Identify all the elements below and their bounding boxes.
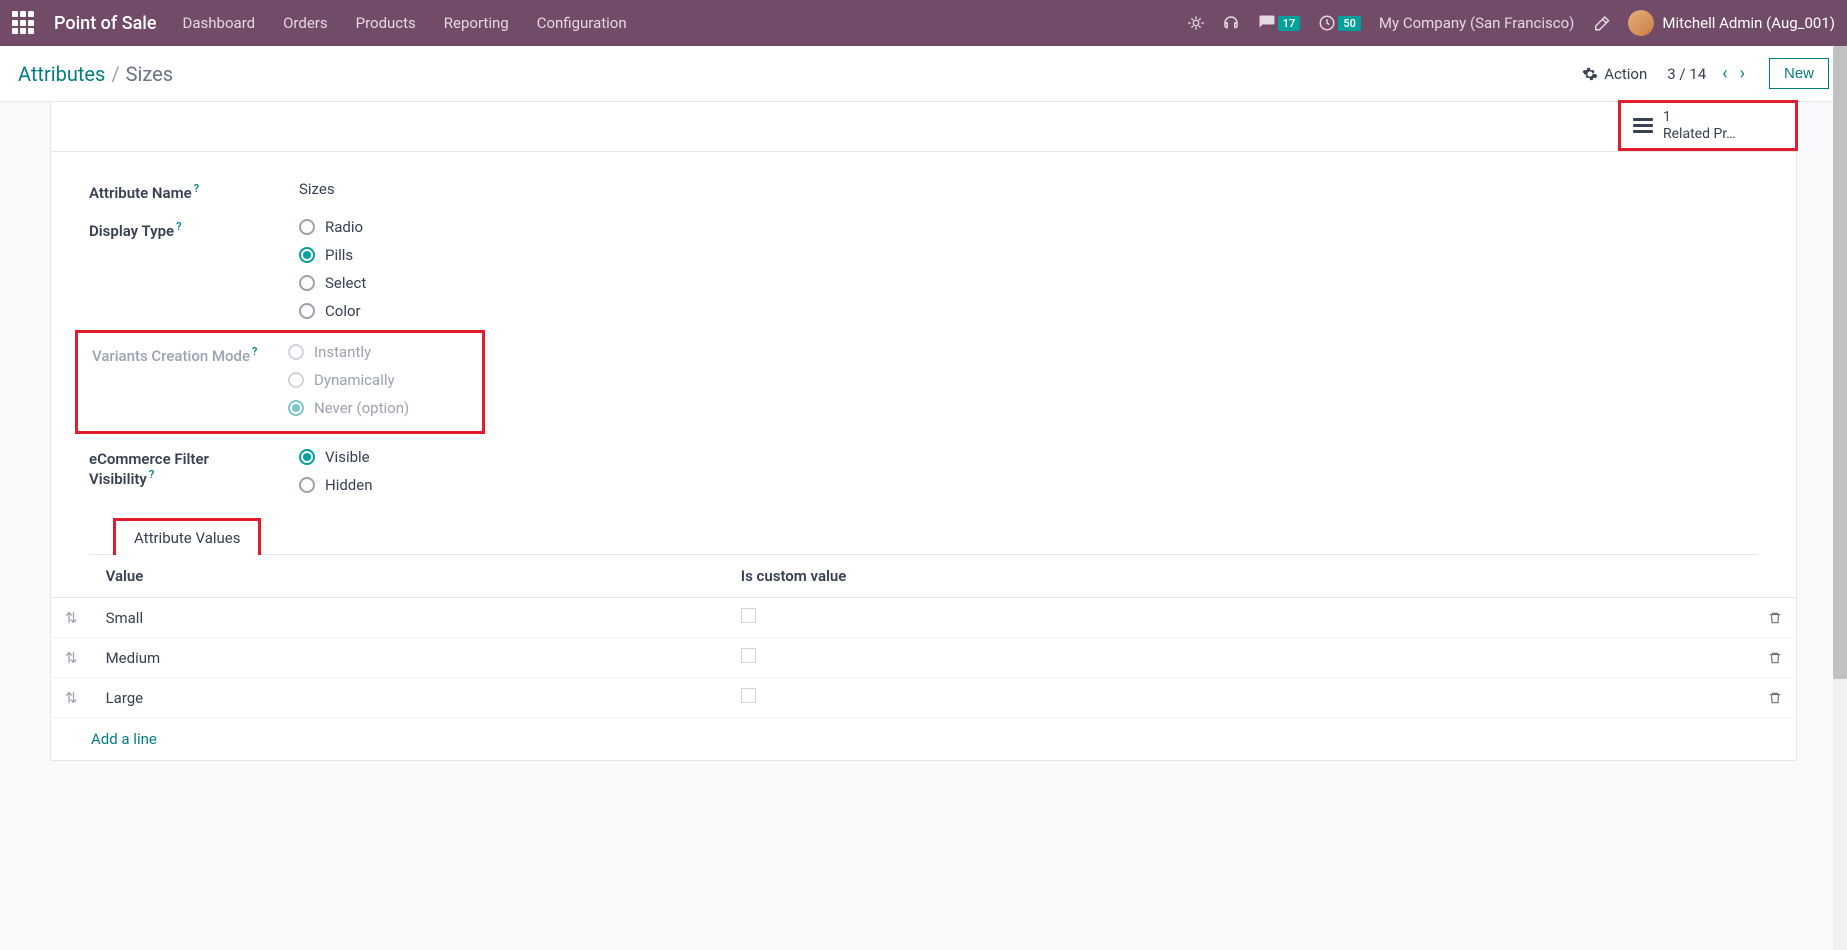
tools-icon[interactable] (1592, 14, 1610, 32)
stat-label: Related Pr… (1663, 126, 1736, 143)
action-menu[interactable]: Action (1582, 65, 1647, 83)
breadcrumb-current: Sizes (126, 62, 173, 86)
add-line-button[interactable]: Add a line (51, 718, 1796, 760)
breadcrumb-parent[interactable]: Attributes (18, 62, 105, 86)
table-row[interactable]: ⇅ Small (51, 598, 1796, 638)
stat-count: 1 (1663, 109, 1736, 126)
list-icon (1633, 118, 1653, 133)
support-icon[interactable] (1222, 14, 1240, 32)
topnav-right: 17 50 My Company (San Francisco) Mitchel… (1188, 10, 1835, 36)
pager-next[interactable]: › (1736, 61, 1749, 86)
avatar (1628, 10, 1654, 36)
apps-icon[interactable] (12, 11, 36, 35)
form-card: 1 Related Pr… Attribute Name? Sizes Disp… (50, 102, 1797, 761)
user-name: Mitchell Admin (Aug_001) (1662, 14, 1835, 32)
activities-icon[interactable]: 50 (1318, 14, 1361, 32)
notebook-tabs: Attribute Values (89, 518, 1758, 555)
radio-color[interactable]: Color (299, 302, 1758, 320)
attribute-name-label: Attribute Name? (89, 180, 299, 202)
custom-checkbox[interactable] (741, 688, 756, 703)
radio-instantly: Instantly (288, 343, 468, 361)
table-row[interactable]: ⇅ Medium (51, 638, 1796, 678)
table-row[interactable]: ⇅ Large (51, 678, 1796, 718)
value-cell[interactable]: Small (92, 598, 727, 638)
help-icon[interactable]: ? (176, 220, 181, 233)
custom-checkbox[interactable] (741, 608, 756, 623)
messages-icon[interactable]: 17 (1258, 14, 1301, 32)
app-brand[interactable]: Point of Sale (54, 13, 157, 34)
radio-visible[interactable]: Visible (299, 448, 1758, 466)
delete-row-button[interactable] (1754, 598, 1796, 638)
user-menu[interactable]: Mitchell Admin (Aug_001) (1628, 10, 1835, 36)
radio-hidden[interactable]: Hidden (299, 476, 1758, 494)
control-bar: Attributes / Sizes Action 3 / 14 ‹ › New (0, 46, 1847, 102)
radio-never: Never (option) (288, 399, 468, 417)
pager-text[interactable]: 3 / 14 (1667, 65, 1706, 83)
value-cell[interactable]: Medium (92, 638, 727, 678)
menu-dashboard[interactable]: Dashboard (183, 14, 256, 32)
value-cell[interactable]: Large (92, 678, 727, 718)
debug-icon[interactable] (1188, 15, 1204, 31)
tab-attribute-values[interactable]: Attribute Values (113, 518, 261, 555)
company-selector[interactable]: My Company (San Francisco) (1379, 14, 1574, 32)
gear-icon (1582, 66, 1598, 82)
variants-mode-radios: Instantly Dynamically Never (option) (288, 343, 468, 417)
attribute-values-table: Value Is custom value ⇅ Small ⇅ Medium (51, 555, 1796, 718)
help-icon[interactable]: ? (149, 468, 154, 481)
messages-badge: 17 (1278, 16, 1301, 31)
radio-pills[interactable]: Pills (299, 246, 1758, 264)
ecommerce-visibility-label: eCommerce Filter Visibility? (89, 448, 299, 494)
pager: 3 / 14 ‹ › (1667, 61, 1749, 86)
radio-dynamically: Dynamically (288, 371, 468, 389)
radio-radio[interactable]: Radio (299, 218, 1758, 236)
menu-configuration[interactable]: Configuration (537, 14, 627, 32)
ecommerce-visibility-radios: Visible Hidden (299, 448, 1758, 494)
col-value: Value (92, 555, 727, 598)
drag-handle-icon[interactable]: ⇅ (51, 678, 92, 718)
help-icon[interactable]: ? (194, 182, 199, 195)
related-products-stat[interactable]: 1 Related Pr… (1618, 100, 1798, 151)
drag-handle-icon[interactable]: ⇅ (51, 638, 92, 678)
attribute-name-value[interactable]: Sizes (299, 180, 1758, 202)
pager-prev[interactable]: ‹ (1718, 61, 1731, 86)
display-type-label: Display Type? (89, 218, 299, 320)
radio-select[interactable]: Select (299, 274, 1758, 292)
variants-mode-label: Variants Creation Mode? (92, 343, 288, 417)
breadcrumb: Attributes / Sizes (18, 62, 173, 86)
delete-row-button[interactable] (1754, 678, 1796, 718)
menu-products[interactable]: Products (356, 14, 416, 32)
help-icon[interactable]: ? (252, 345, 257, 358)
col-custom: Is custom value (727, 555, 1754, 598)
menu-reporting[interactable]: Reporting (444, 14, 509, 32)
menu-orders[interactable]: Orders (283, 14, 328, 32)
activities-badge: 50 (1338, 16, 1361, 31)
variants-highlight-box: Variants Creation Mode? Instantly Dynami… (75, 330, 485, 434)
top-nav: Point of Sale Dashboard Orders Products … (0, 0, 1847, 46)
delete-row-button[interactable] (1754, 638, 1796, 678)
custom-checkbox[interactable] (741, 648, 756, 663)
scrollbar[interactable] (1833, 46, 1847, 950)
drag-handle-icon[interactable]: ⇅ (51, 598, 92, 638)
new-button[interactable]: New (1769, 58, 1829, 89)
display-type-radios: Radio Pills Select Color (299, 218, 1758, 320)
main-menu: Dashboard Orders Products Reporting Conf… (183, 14, 627, 32)
